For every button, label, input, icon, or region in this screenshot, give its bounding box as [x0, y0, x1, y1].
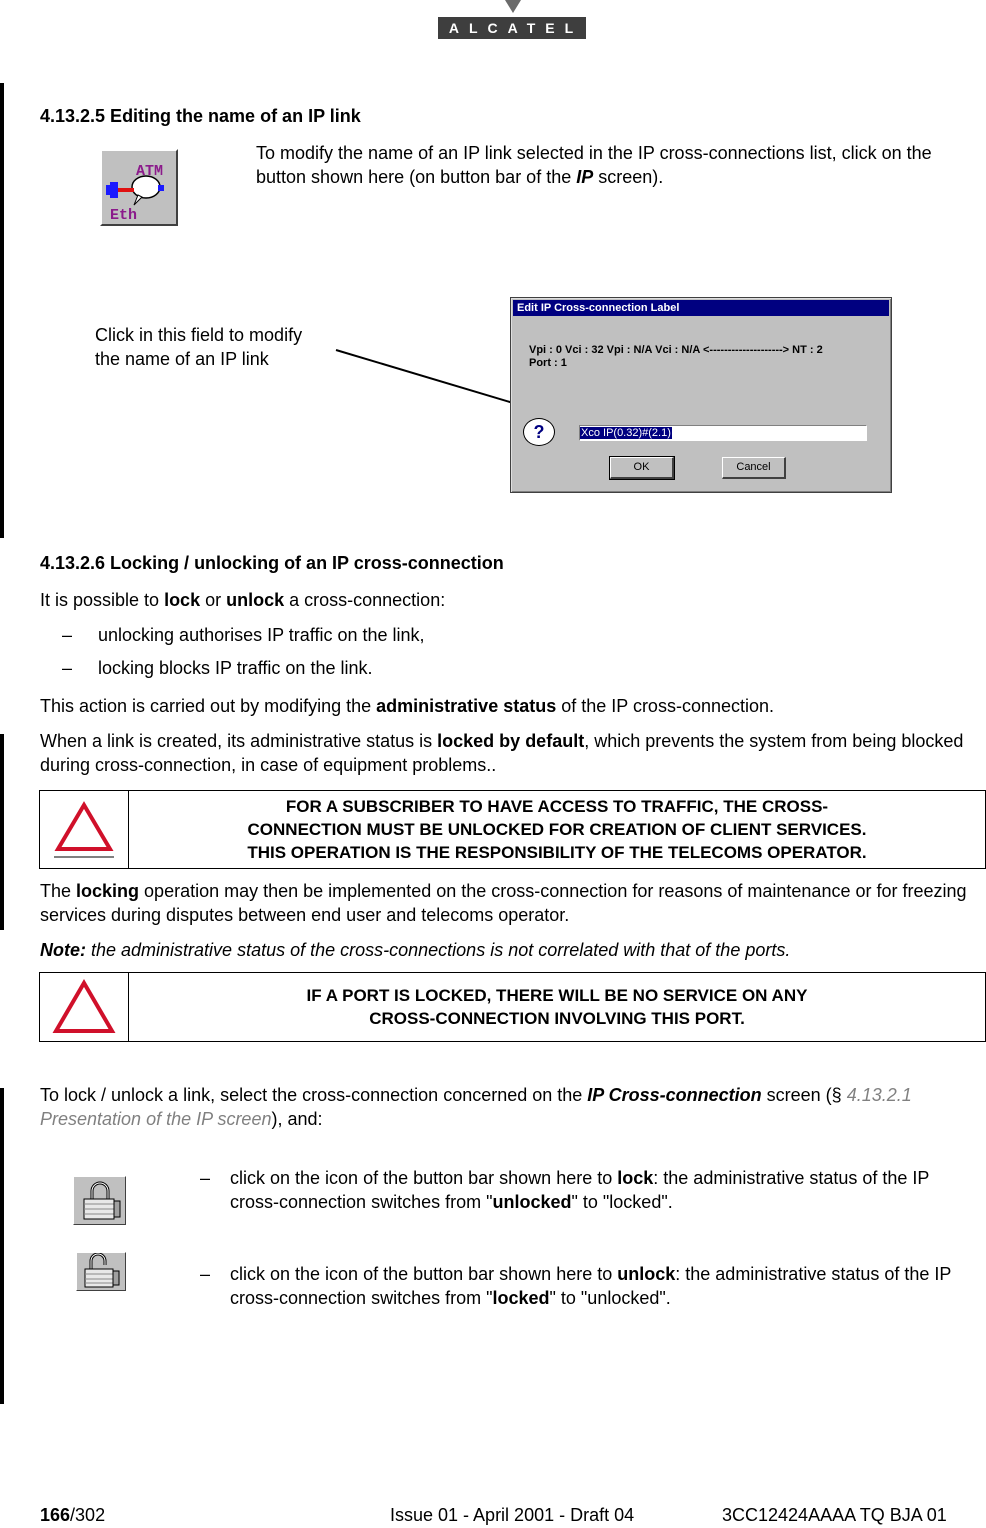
text: unlocked [492, 1192, 572, 1212]
warning-line: CROSS-CONNECTION INVOLVING THIS PORT. [369, 1009, 745, 1028]
text: click on the icon of the button bar show… [230, 1168, 618, 1188]
text: The [40, 881, 77, 901]
dialog-connection-info: Vpi : 0 Vci : 32 Vpi : N/A Vci : N/A <--… [529, 344, 823, 356]
section-heading-4-13-2-6: 4.13.2.6 Locking / unlocking of an IP cr… [40, 553, 504, 573]
ok-button[interactable]: OK [609, 456, 675, 480]
page-total: /302 [70, 1505, 106, 1525]
text: operation may then be implemented on the… [40, 881, 967, 925]
note-text: the administrative status of the cross-c… [86, 940, 791, 960]
text: unlock [617, 1264, 676, 1284]
lock-unlock-intro: It is possible to lock or unlock a cross… [40, 588, 445, 612]
warning-text: IF A PORT IS LOCKED, THERE WILL BE NO SE… [129, 973, 985, 1041]
bullet-text: unlocking authorises IP traffic on the l… [98, 625, 425, 645]
padlock-open-icon [84, 1252, 120, 1288]
warning-line: IF A PORT IS LOCKED, THERE WILL BE NO SE… [306, 986, 808, 1005]
list-item: – unlocking authorises IP traffic on the… [62, 623, 425, 647]
ip-xconnect-screen-ref: IP Cross-connection [587, 1085, 762, 1105]
text: of the IP cross-connection. [556, 696, 775, 716]
cancel-button[interactable]: Cancel [722, 457, 786, 479]
text: administrative status [376, 696, 557, 716]
dialog-title: Edit IP Cross-connection Label [513, 300, 889, 316]
text: locked [492, 1288, 550, 1308]
document-reference: 3CC12424AAAA TQ BJA 01 [722, 1505, 947, 1525]
note-label: Note: [40, 940, 86, 960]
locked-by-default-paragraph: When a link is created, its administrati… [40, 729, 986, 777]
label-input-value: Xco IP(0.32)#(2.1) [580, 427, 672, 439]
admin-status-paragraph: This action is carried out by modifying … [40, 694, 774, 718]
unlock-instruction: – click on the icon of the button bar sh… [200, 1262, 986, 1308]
help-question-icon: ? [523, 418, 555, 446]
text: or [200, 590, 227, 610]
text: locked by default [437, 731, 585, 751]
change-bar [0, 734, 4, 930]
edit-ip-xconnect-label-dialog: Edit IP Cross-connection Label Vpi : 0 V… [510, 297, 892, 493]
dialog-port-info: Port : 1 [529, 357, 567, 369]
note-paragraph: Note: the administrative status of the c… [40, 938, 790, 962]
lock-instruction-text: click on the icon of the button bar show… [230, 1166, 980, 1214]
change-bar [0, 1088, 4, 1404]
warning-text: FOR A SUBSCRIBER TO HAVE ACCESS TO TRAFF… [129, 791, 985, 868]
text: a cross-connection: [284, 590, 446, 610]
lock-instruction: – click on the icon of the button bar sh… [200, 1166, 986, 1212]
warning-line: THIS OPERATION IS THE RESPONSIBILITY OF … [247, 843, 867, 862]
text: lock [617, 1168, 654, 1188]
warning-icon-cell [40, 973, 129, 1041]
dash-bullet: – [200, 1264, 211, 1284]
text: This action is carried out by modifying … [40, 696, 377, 716]
dash-bullet: – [62, 625, 73, 645]
text: When a link is created, its administrati… [40, 731, 438, 751]
page-current: 166 [40, 1505, 71, 1525]
page-number: 166/302 [40, 1505, 105, 1526]
text: To lock / unlock a link, select the cros… [40, 1085, 588, 1105]
warning-line: FOR A SUBSCRIBER TO HAVE ACCESS TO TRAFF… [285, 797, 829, 816]
text: " to "locked". [571, 1192, 673, 1212]
unlock-toolbar-button[interactable] [76, 1252, 126, 1291]
warning-icon-cell [40, 791, 129, 868]
label-input[interactable]: Xco IP(0.32)#(2.1) [579, 425, 867, 441]
lock-toolbar-button[interactable] [73, 1176, 126, 1225]
text: unlock [226, 590, 285, 610]
list-item: – locking blocks IP traffic on the link. [62, 656, 372, 680]
issue-info: Issue 01 - April 2001 - Draft 04 [390, 1505, 635, 1525]
lock-procedure-paragraph: To lock / unlock a link, select the cros… [40, 1083, 986, 1131]
text: lock [164, 590, 201, 610]
warning-line: CONNECTION MUST BE UNLOCKED FOR CREATION… [247, 820, 867, 839]
warning-box: IF A PORT IS LOCKED, THERE WILL BE NO SE… [39, 972, 986, 1042]
text: screen (§ [761, 1085, 847, 1105]
bullet-text: locking blocks IP traffic on the link. [98, 658, 373, 678]
text: It is possible to [40, 590, 165, 610]
text: ), and: [271, 1109, 323, 1129]
dash-bullet: – [62, 658, 73, 678]
warning-triangle-icon [54, 801, 114, 858]
warning-triangle-icon [52, 979, 116, 1033]
text: click on the icon of the button bar show… [230, 1264, 618, 1284]
text: locking [76, 881, 140, 901]
dash-bullet: – [200, 1168, 211, 1188]
unlock-instruction-text: click on the icon of the button bar show… [230, 1262, 980, 1310]
text: " to "unlocked". [549, 1288, 671, 1308]
warning-box: FOR A SUBSCRIBER TO HAVE ACCESS TO TRAFF… [39, 790, 986, 869]
locking-operation-paragraph: The locking operation may then be implem… [40, 879, 986, 927]
padlock-closed-icon [83, 1181, 121, 1220]
